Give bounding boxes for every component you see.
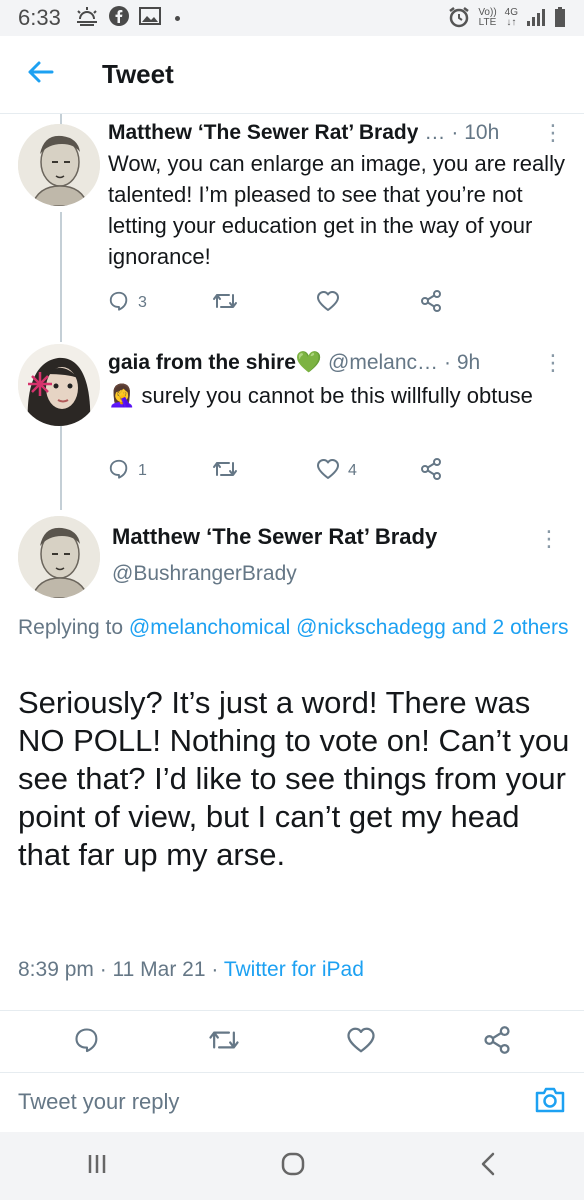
- thread-tweet[interactable]: Matthew ‘The Sewer Rat’ Brady … · 10h ⋮ …: [0, 114, 584, 340]
- tweet-actions: 3: [108, 286, 524, 320]
- status-bar: 6:33 Vo)) LTE 4G ↓↑: [0, 0, 584, 36]
- retweet-icon: [212, 458, 238, 485]
- avatar[interactable]: [18, 516, 100, 598]
- tweet-author-name[interactable]: gaia from the shire💚: [108, 351, 322, 375]
- thread-tweet[interactable]: gaia from the shire💚 @melanc… · 9h ⋮ 🤦‍♀…: [0, 340, 584, 500]
- tweet-author-name[interactable]: Matthew ‘The Sewer Rat’ Brady: [112, 524, 437, 550]
- home-button[interactable]: [279, 1150, 307, 1183]
- volte-indicator: Vo)) LTE: [478, 7, 497, 28]
- reply-button[interactable]: 3: [108, 290, 212, 317]
- app-bar: Tweet: [0, 36, 584, 114]
- divider: [0, 1072, 584, 1073]
- page-title: Tweet: [102, 59, 174, 89]
- tweet-source-link[interactable]: Twitter for iPad: [224, 958, 364, 981]
- alarm-icon: [448, 6, 470, 31]
- tweet-text: Wow, you can enlarge an image, you are r…: [108, 151, 565, 269]
- main-tweet-actions: [0, 1020, 584, 1064]
- more-options-icon[interactable]: ⋮: [538, 526, 560, 552]
- like-button[interactable]: [316, 290, 420, 317]
- tweet-header: Matthew ‘The Sewer Rat’ Brady … · 10h ⋮: [108, 120, 564, 146]
- recent-apps-button[interactable]: [85, 1152, 109, 1181]
- reply-composer[interactable]: Tweet your reply: [0, 1076, 584, 1128]
- tweet-time: · 10h: [451, 121, 500, 144]
- tweet-author-handle: …: [424, 121, 446, 144]
- status-time: 6:33: [18, 5, 61, 30]
- heart-icon: [316, 290, 340, 317]
- retweet-button[interactable]: [212, 458, 316, 485]
- more-options-icon[interactable]: ⋮: [542, 120, 564, 146]
- camera-icon[interactable]: [534, 1086, 566, 1119]
- share-button[interactable]: [420, 457, 524, 485]
- tweet-text: 🤦‍♀️ surely you cannot be this willfully…: [108, 383, 533, 408]
- reply-icon: [108, 458, 130, 485]
- reply-button[interactable]: 1: [108, 458, 212, 485]
- main-tweet-text: Seriously? It’s just a word! There was N…: [18, 685, 570, 872]
- weather-icon: [75, 6, 99, 31]
- replying-to-users-link[interactable]: @melanchomical @nickschadegg and 2 other…: [129, 616, 569, 639]
- tweet-author-name[interactable]: Matthew ‘The Sewer Rat’ Brady: [108, 121, 418, 145]
- tweet-author-handle[interactable]: @BushrangerBrady: [112, 562, 297, 586]
- reply-icon: [108, 290, 130, 317]
- tweet-timestamp: 8:39 pm · 11 Mar 21 ·: [18, 958, 219, 981]
- status-system-icons: Vo)) LTE 4G ↓↑: [448, 6, 566, 31]
- like-button[interactable]: 4: [316, 458, 420, 485]
- tweet-time: · 9h: [444, 351, 481, 374]
- share-icon: [420, 457, 442, 485]
- battery-icon: [554, 6, 566, 30]
- retweet-icon[interactable]: [208, 1026, 240, 1059]
- retweet-icon: [212, 290, 238, 317]
- divider: [0, 1010, 584, 1011]
- heart-icon: [316, 458, 340, 485]
- reply-count: 1: [138, 462, 147, 479]
- share-icon[interactable]: [483, 1025, 511, 1059]
- reply-icon[interactable]: [73, 1026, 101, 1059]
- retweet-button[interactable]: [212, 290, 316, 317]
- share-button[interactable]: [420, 289, 524, 317]
- avatar[interactable]: [18, 344, 100, 426]
- network-type-indicator: 4G ↓↑: [504, 7, 518, 28]
- replying-prefix: Replying to: [18, 616, 124, 639]
- gallery-icon: [138, 6, 161, 31]
- like-count: 4: [348, 462, 357, 479]
- status-notification-icons: [75, 5, 180, 31]
- heart-icon[interactable]: [346, 1026, 376, 1059]
- back-nav-button[interactable]: [477, 1150, 499, 1183]
- tweet-header: gaia from the shire💚 @melanc… · 9h ⋮: [108, 350, 564, 376]
- dot-icon: [174, 15, 180, 21]
- arrow-left-icon: [26, 60, 54, 89]
- back-button[interactable]: [0, 36, 80, 114]
- avatar[interactable]: [18, 124, 100, 206]
- share-icon: [420, 289, 442, 317]
- facebook-icon: [108, 5, 129, 31]
- tweet-author-handle: @melanc…: [328, 351, 439, 374]
- tweet-meta: 8:39 pm · 11 Mar 21 · Twitter for iPad: [18, 958, 364, 982]
- signal-icon: [526, 8, 546, 29]
- reply-count: 3: [138, 294, 147, 311]
- replying-to: Replying to @melanchomical @nickschadegg…: [18, 612, 578, 643]
- reply-input[interactable]: Tweet your reply: [18, 1089, 179, 1115]
- system-nav-bar: [0, 1132, 584, 1200]
- more-options-icon[interactable]: ⋮: [542, 350, 564, 376]
- tweet-actions: 1 4: [108, 454, 524, 488]
